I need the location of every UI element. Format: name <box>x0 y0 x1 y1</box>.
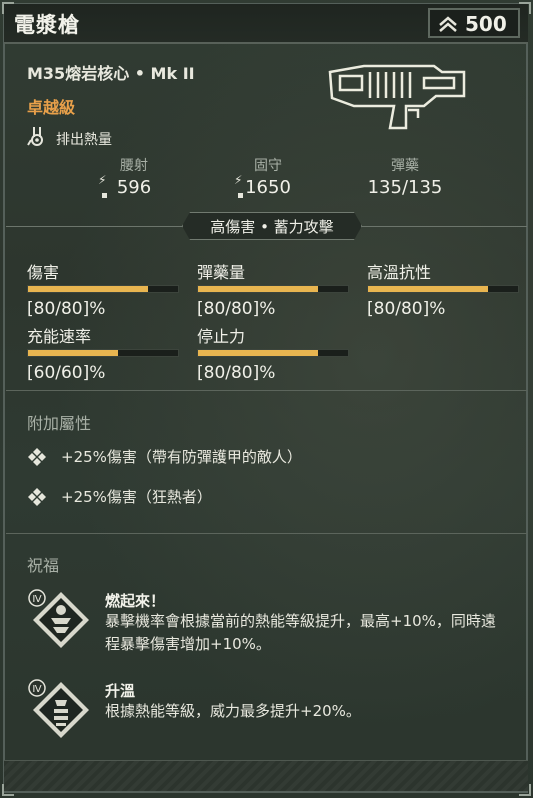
tier-badge: Ⅳ <box>32 594 42 605</box>
blessing-desc: 根據熱能等級，威力最多提升+20%。 <box>105 702 361 720</box>
blessing-desc: 暴擊機率會根據當前的熱能等級提升，最高+10%，同時遠程暴擊傷害增加+10%。 <box>105 612 496 653</box>
modifier-damage: 傷害 [80/80]% <box>27 259 179 319</box>
modifier-bar-fill <box>198 350 318 356</box>
bottom-hatch-bar <box>4 760 528 791</box>
modifier-bar <box>27 285 179 293</box>
weapon-type-title: 電漿槍 <box>14 13 80 37</box>
tier-badge: Ⅳ <box>32 684 42 695</box>
modifier-value: [80/80]% <box>197 299 276 319</box>
price-value: 500 <box>465 12 507 36</box>
modifier-ammo: 彈藥量 [80/80]% <box>197 259 349 319</box>
stat-braced: 固守 1650 <box>208 155 328 198</box>
blessing-item: Ⅳ 燃起來！ 暴擊機率會根據當前的熱能等級提升，最高+10%，同時遠程暴擊傷害增… <box>27 588 517 658</box>
card-header: 電漿槍 500 <box>4 4 528 44</box>
blessing-name: 燃起來！ <box>105 592 166 610</box>
modifier-bar <box>197 285 349 293</box>
blessing-item: Ⅳ 升溫 根據熱能等級，威力最多提升+20%。 <box>27 678 517 748</box>
modifier-bar-fill <box>28 286 148 292</box>
modifier-heat-resistance: 高溫抗性 [80/80]% <box>367 259 519 319</box>
bolt-icon: ⚡ <box>234 173 243 187</box>
stat-ammo: 彈藥 135/135 <box>345 155 465 198</box>
perk-item: +25%傷害（帶有防彈護甲的敵人） <box>27 444 507 466</box>
frame-corner <box>2 2 14 14</box>
perk-text: +25%傷害（狂熱者） <box>61 488 212 506</box>
plasma-gun-icon <box>328 64 466 130</box>
modifier-bar <box>27 349 179 357</box>
trait-label: 排出熱量 <box>56 132 112 148</box>
modifier-bar-fill <box>368 286 488 292</box>
blaze-blessing-icon: Ⅳ <box>28 589 89 648</box>
frame-corner <box>2 784 14 796</box>
modifier-bar <box>367 285 519 293</box>
modifier-bar <box>197 349 349 357</box>
ammo-pip-icon <box>102 193 107 198</box>
weapon-name: M35熔岩核心 • Mk II <box>27 64 195 83</box>
stat-hipfire: 腰射 596 <box>74 155 194 198</box>
stat-value: 596 <box>116 177 152 198</box>
modifier-label: 充能速率 <box>27 327 92 346</box>
section-divider <box>6 390 527 391</box>
bolt-icon: ⚡ <box>98 173 107 187</box>
frame-corner <box>519 2 531 14</box>
stat-value: 1650 <box>245 177 291 198</box>
blessings-title: 祝福 <box>27 556 60 575</box>
perk-item: +25%傷害（狂熱者） <box>27 484 507 506</box>
blessing-name: 升溫 <box>105 682 136 700</box>
diamond-cluster-icon <box>28 448 46 466</box>
ammo-pip-icon <box>238 193 243 198</box>
rank-chevron-icon <box>439 16 457 32</box>
vent-heat-icon <box>27 127 43 146</box>
frame-corner <box>519 784 531 796</box>
modifier-bar-fill <box>28 350 118 356</box>
fire-mode-text: 高傷害 • 蓄力攻擊 <box>210 218 334 236</box>
modifier-value: [80/80]% <box>27 299 106 319</box>
diamond-cluster-icon <box>28 488 46 506</box>
modifier-label: 高溫抗性 <box>367 263 432 282</box>
stat-label: 腰射 <box>120 158 148 174</box>
modifier-bar-fill <box>198 286 318 292</box>
modifier-stopping-power: 停止力 [80/80]% <box>197 323 349 383</box>
perks-title: 附加屬性 <box>27 414 92 433</box>
modifier-label: 彈藥量 <box>197 263 246 282</box>
stat-label: 彈藥 <box>391 158 419 174</box>
price-badge: 500 <box>428 8 520 38</box>
section-divider <box>6 533 527 534</box>
modifier-value: [80/80]% <box>197 363 276 383</box>
stat-label: 固守 <box>254 158 282 174</box>
modifier-value: [60/60]% <box>27 363 106 383</box>
modifier-value: [80/80]% <box>367 299 446 319</box>
stat-value: 135/135 <box>367 177 443 198</box>
modifier-label: 傷害 <box>27 263 60 282</box>
modifier-charge-rate: 充能速率 [60/60]% <box>27 323 179 383</box>
rarity-label: 卓越級 <box>27 98 76 117</box>
modifier-label: 停止力 <box>197 327 246 346</box>
heat-up-blessing-icon: Ⅳ <box>28 679 89 738</box>
perk-text: +25%傷害（帶有防彈護甲的敵人） <box>61 448 302 466</box>
